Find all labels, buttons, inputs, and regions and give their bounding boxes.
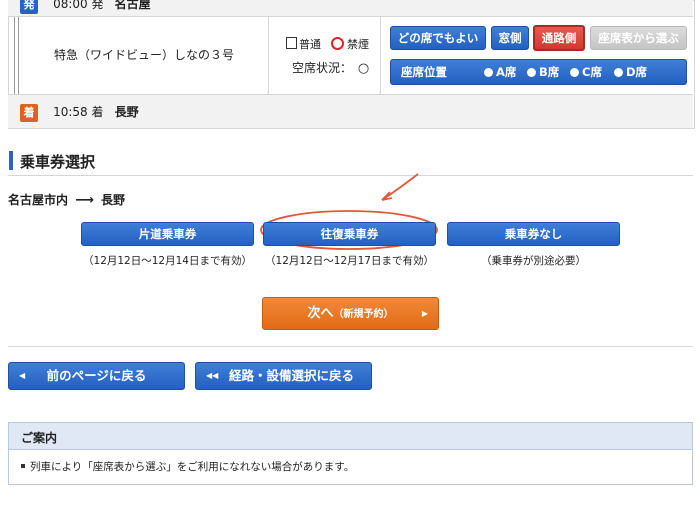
radio-icon	[614, 68, 623, 77]
notice-text: 列車により「座席表から選ぶ」をご利用になれない場合があります。	[30, 461, 355, 473]
seat-chart-button[interactable]: 座席表から選ぶ	[590, 26, 687, 50]
seat-any-button[interactable]: どの席でもよい	[390, 26, 486, 50]
section-title: 乗車券選択	[20, 153, 96, 171]
arrow-right-icon: ⟶	[75, 193, 94, 208]
notice-header: ご案内	[9, 423, 692, 450]
car-type: 普通	[299, 38, 321, 51]
seat-position-label: 座席位置	[401, 65, 447, 79]
arrival-info: 着 10:58 着 長野	[20, 101, 139, 122]
arrival-station: 長野	[114, 105, 139, 119]
back-page-button[interactable]: ◀ 前のページに戻る	[8, 362, 185, 390]
divider	[268, 17, 269, 94]
departure-time: 08:00 発	[53, 0, 104, 11]
seat-option-b[interactable]: B席	[527, 60, 559, 84]
chevron-right-icon: ▶	[421, 309, 428, 318]
car-info: 普通 禁煙	[286, 36, 369, 52]
route-from: 名古屋市内	[8, 193, 69, 207]
route-to: 長野	[101, 193, 126, 207]
double-chevron-left-icon: ◀◀	[206, 371, 219, 380]
seat-option-d[interactable]: D席	[614, 60, 647, 84]
seat-window-button[interactable]: 窓側	[491, 26, 529, 50]
next-sublabel: （新規予約）	[333, 309, 394, 320]
no-smoking-icon	[330, 37, 344, 50]
section-marker	[9, 151, 13, 170]
vacancy-label: 空席状況：	[292, 61, 353, 75]
seat-option-label: C席	[582, 65, 602, 79]
seat-aisle-button[interactable]: 通路側	[533, 25, 585, 51]
roundtrip-ticket-note: （12月12日〜12月17日まで有効）	[265, 255, 434, 267]
next-button[interactable]: 次へ（新規予約） ▶	[262, 297, 439, 330]
radio-icon	[570, 68, 579, 77]
arrival-badge: 着	[20, 104, 38, 122]
seat-option-a[interactable]: A席	[484, 60, 516, 84]
seat-option-label: B席	[539, 65, 560, 79]
vacancy-info: 空席状況： ○	[292, 59, 369, 76]
no-ticket-note: （乗車券が別途必要）	[481, 255, 586, 267]
smoking-status: 禁煙	[347, 38, 369, 51]
seat-position-bar: 座席位置 A席 B席 C席 D席	[390, 59, 687, 85]
notice-title: ご案内	[21, 431, 58, 445]
arrival-time: 10:58 着	[53, 105, 104, 119]
departure-info: 発 08:00 発 名古屋	[20, 0, 151, 14]
route-summary: 名古屋市内 ⟶ 長野	[8, 191, 125, 208]
car-type-icon	[286, 37, 297, 49]
notice-item: 列車により「座席表から選ぶ」をご利用になれない場合があります。	[21, 459, 354, 474]
back-route-button[interactable]: ◀◀ 経路・設備選択に戻る	[195, 362, 372, 390]
train-name: 特急（ワイドビュー）しなの３号	[54, 48, 235, 62]
divider	[8, 346, 693, 347]
roundtrip-ticket-button[interactable]: 往復乗車券	[263, 222, 436, 246]
back-route-label: 経路・設備選択に戻る	[228, 368, 354, 383]
no-ticket-button[interactable]: 乗車券なし	[447, 222, 620, 246]
divider	[380, 17, 381, 94]
route-line	[14, 17, 19, 94]
departure-station: 名古屋	[114, 0, 151, 11]
next-label: 次へ	[307, 306, 334, 321]
chevron-left-icon: ◀	[19, 371, 26, 380]
radio-icon	[527, 68, 536, 77]
notice-box: ご案内 列車により「座席表から選ぶ」をご利用になれない場合があります。	[8, 422, 693, 485]
oneway-ticket-note: （12月12日〜12月14日まで有効）	[83, 255, 252, 267]
seat-option-c[interactable]: C席	[570, 60, 602, 84]
vacancy-mark: ○	[357, 61, 370, 76]
seat-option-label: D席	[626, 65, 648, 79]
oneway-ticket-button[interactable]: 片道乗車券	[81, 222, 254, 246]
seat-option-label: A席	[496, 65, 517, 79]
radio-icon	[484, 68, 493, 77]
departure-badge: 発	[20, 0, 38, 14]
back-page-label: 前のページに戻る	[46, 368, 147, 383]
bullet-icon	[21, 464, 25, 468]
